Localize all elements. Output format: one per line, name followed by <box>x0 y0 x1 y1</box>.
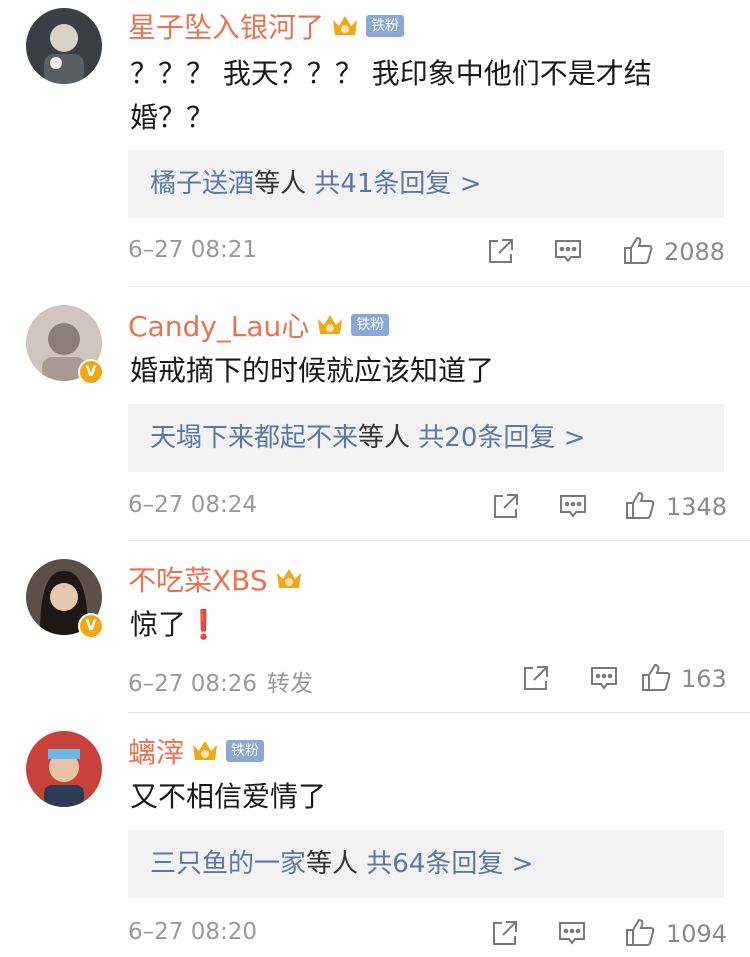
comment-author-name[interactable]: 不吃菜XBS <box>128 559 268 599</box>
comment-text-line: 惊了❗ <box>130 608 221 641</box>
verified-badge-icon: V <box>78 613 104 639</box>
comment-time: 6–27 08:24 <box>128 492 257 518</box>
reply-users[interactable]: 天塌下来都起不来 <box>150 423 358 453</box>
verified-badge-icon: V <box>78 359 104 385</box>
comment-time: 6–27 08:21 <box>128 237 257 263</box>
comment-item: V 不吃菜XBS 惊了❗ 6–27 08:26 转发 163 <box>0 541 750 713</box>
comment-author-row: 不吃菜XBS <box>128 561 304 597</box>
crown-icon <box>274 564 304 594</box>
comment-text: 婚戒摘下的时候就应该知道了 <box>130 349 700 393</box>
comment-icon[interactable] <box>558 491 588 525</box>
comment-author-name[interactable]: 星子坠入银河了 <box>128 6 324 46</box>
fan-badge: 铁粉 <box>366 15 405 37</box>
comment-text-line: ？？？ 我天？？？ 我印象中他们不是才结 <box>130 57 652 90</box>
thumbs-up-icon[interactable] <box>624 916 656 952</box>
reply-count-link[interactable]: 共41条回复 > <box>314 169 481 199</box>
comment-text: 又不相信爱情了 <box>130 775 700 819</box>
comment-icon[interactable] <box>589 663 619 697</box>
like-count: 1094 <box>666 920 728 948</box>
comment-icon[interactable] <box>557 918 587 952</box>
comment-icon[interactable] <box>553 236 583 270</box>
comment-text-line: 婚？？ <box>130 101 215 134</box>
reply-suffix: 等人 <box>306 849 359 879</box>
comment-author-row: 星子坠入银河了 铁粉 <box>128 6 405 46</box>
reply-summary[interactable]: 橘子送酒等人 共41条回复 > <box>128 150 724 218</box>
avatar[interactable] <box>26 731 102 807</box>
comment-author-row: 螭滓 铁粉 <box>128 731 265 771</box>
comment-text: 惊了❗ <box>130 603 700 647</box>
reply-summary[interactable]: 三只鱼的一家等人 共64条回复 > <box>128 830 724 898</box>
crown-icon <box>330 11 360 41</box>
thumbs-up-icon[interactable] <box>622 234 654 270</box>
comment-item: 星子坠入银河了 铁粉 ？？？ 我天？？？ 我印象中他们不是才结 婚？？ 橘子送酒… <box>0 0 750 287</box>
like-count: 163 <box>681 665 727 693</box>
fan-badge: 铁粉 <box>226 740 265 762</box>
share-icon[interactable] <box>521 663 551 697</box>
comment-author-name[interactable]: Candy_Lau心 <box>128 305 309 345</box>
forward-label[interactable]: 转发 <box>267 671 313 697</box>
fan-badge: 铁粉 <box>351 314 390 336</box>
reply-suffix: 等人 <box>254 169 307 199</box>
comment-meta: 6–27 08:26 转发 <box>128 664 313 698</box>
comment-text-line: 婚戒摘下的时候就应该知道了 <box>130 354 495 387</box>
comment-time: 6–27 08:26 <box>128 671 257 697</box>
reply-count-link[interactable]: 共20条回复 > <box>418 423 585 453</box>
thumbs-up-icon[interactable] <box>640 661 672 697</box>
like-count: 2088 <box>664 238 726 266</box>
comment-item: 螭滓 铁粉 又不相信爱情了 三只鱼的一家等人 共64条回复 > 6–27 08:… <box>0 713 750 957</box>
share-icon[interactable] <box>486 236 516 270</box>
reply-users[interactable]: 橘子送酒 <box>150 169 254 199</box>
reply-count-link[interactable]: 共64条回复 > <box>366 849 533 879</box>
reply-suffix: 等人 <box>358 423 411 453</box>
crown-icon <box>190 736 220 766</box>
like-count: 1348 <box>666 493 728 521</box>
comment-text-line: 又不相信爱情了 <box>130 780 327 813</box>
thumbs-up-icon[interactable] <box>624 489 656 525</box>
reply-summary[interactable]: 天塌下来都起不来等人 共20条回复 > <box>128 404 724 472</box>
comment-text: ？？？ 我天？？？ 我印象中他们不是才结 婚？？ <box>130 52 700 140</box>
comment-author-name[interactable]: 螭滓 <box>128 731 184 771</box>
comment-time: 6–27 08:20 <box>128 919 257 945</box>
share-icon[interactable] <box>490 918 520 952</box>
comment-author-row: Candy_Lau心 铁粉 <box>128 305 390 345</box>
reply-users[interactable]: 三只鱼的一家 <box>150 849 306 879</box>
comment-item: V Candy_Lau心 铁粉 婚戒摘下的时候就应该知道了 天塌下来都起不来等人… <box>0 287 750 541</box>
crown-icon <box>315 310 345 340</box>
share-icon[interactable] <box>491 491 521 525</box>
avatar[interactable] <box>26 8 102 84</box>
